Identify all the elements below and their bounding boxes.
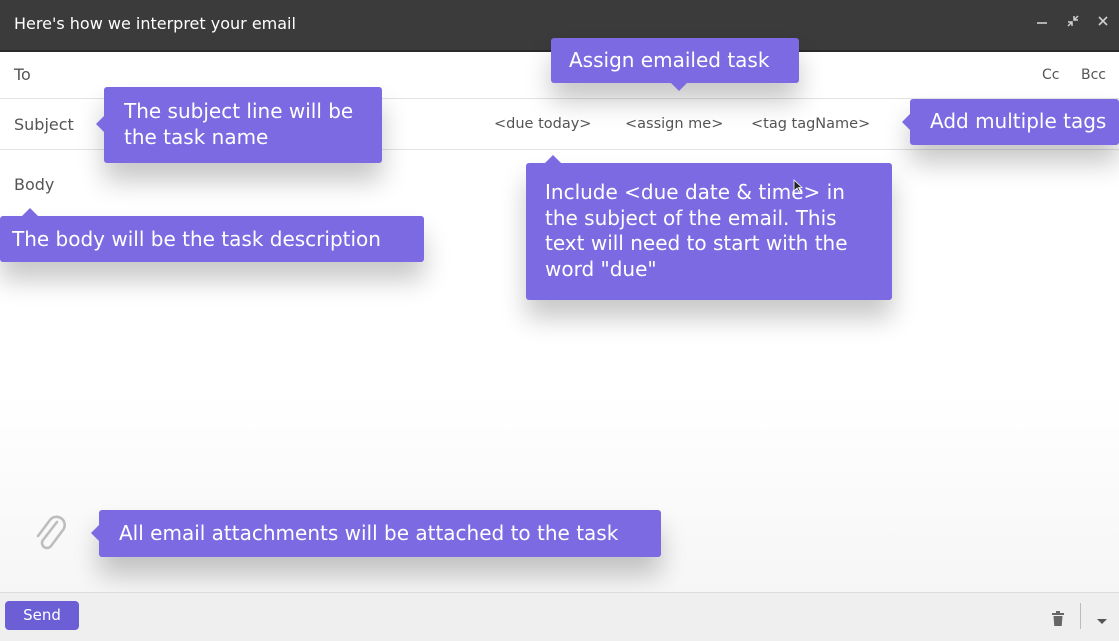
window-title: Here's how we interpret your email (14, 14, 296, 33)
minimize-icon[interactable] (1031, 12, 1053, 34)
bcc-link[interactable]: Bcc (1081, 67, 1106, 83)
caret-down-icon[interactable] (1096, 611, 1108, 630)
tooltip-caret (545, 155, 561, 163)
tag-token: <tag tagName> (751, 116, 871, 132)
attachments-tooltip-text: All email attachments will be attached t… (119, 521, 619, 545)
body-tooltip: The body will be the task description (0, 208, 424, 262)
subject-tooltip: The subject line will be the task name (96, 87, 382, 163)
collapse-arrows-icon[interactable] (1062, 12, 1084, 34)
trash-icon[interactable] (1051, 611, 1065, 630)
tooltip-caret (902, 114, 910, 130)
due-tooltip: Include <due date & time> in the subject… (526, 155, 892, 300)
body-tooltip-text: The body will be the task description (12, 227, 381, 251)
send-button[interactable]: Send (5, 601, 79, 630)
subject-tooltip-line-1: The subject line will be (124, 99, 354, 123)
tooltip-caret (22, 208, 38, 216)
body-label: Body (14, 175, 55, 194)
attachments-tooltip: All email attachments will be attached t… (91, 510, 661, 557)
compose-footer: Send (0, 592, 1119, 641)
tags-tooltip-text: Add multiple tags (930, 109, 1107, 133)
to-label: To (14, 65, 31, 84)
close-icon[interactable] (1092, 12, 1114, 34)
due-tooltip-line-3: text will need to start with the (545, 231, 848, 255)
mouse-cursor-icon (793, 178, 804, 197)
tooltip-caret (671, 83, 687, 91)
due-today-token: <due today> (494, 116, 592, 132)
subject-label: Subject (14, 115, 74, 134)
tooltip-caret (96, 116, 104, 132)
due-tooltip-line-4: word "due" (545, 256, 657, 281)
assign-tooltip: Assign emailed task (551, 38, 799, 91)
tooltip-caret (91, 525, 99, 541)
due-tooltip-line-1: Include <due date & time> in (545, 180, 845, 204)
paperclip-icon[interactable] (33, 513, 69, 559)
assign-me-token: <assign me> (625, 116, 724, 132)
tags-tooltip: Add multiple tags (902, 99, 1119, 145)
subject-tooltip-line-2: the task name (124, 125, 269, 149)
footer-divider (1080, 603, 1081, 629)
assign-tooltip-text: Assign emailed task (569, 48, 770, 72)
due-tooltip-line-2: the subject of the email. This (545, 205, 837, 230)
cc-link[interactable]: Cc (1042, 67, 1059, 83)
